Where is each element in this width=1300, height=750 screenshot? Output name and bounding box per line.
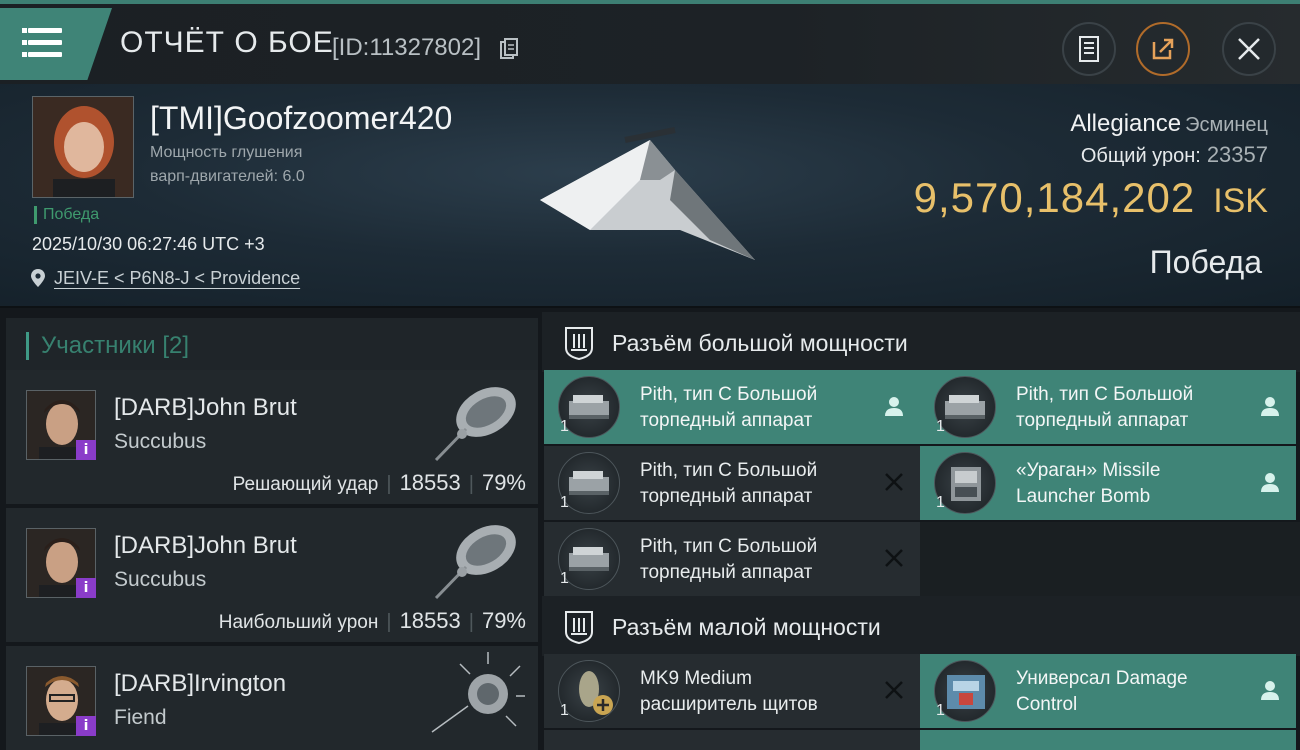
ship-class: Эсминец <box>1185 114 1268 136</box>
module-item[interactable]: 1 Универсал Damage Control <box>920 654 1296 728</box>
module-item[interactable]: 1 «Ураган» Missile Launcher Bomb <box>920 446 1296 520</box>
module-item[interactable]: 1 MK9 Medium расширитель щитов <box>544 654 920 728</box>
total-damage-value: 23357 <box>1206 142 1268 167</box>
participant-ship-image <box>431 652 525 733</box>
share-icon <box>1152 38 1174 60</box>
victim-ship: Allegiance Эсминец <box>1070 110 1268 138</box>
participant-role: Наибольший урон <box>218 612 379 633</box>
participant-card[interactable]: i [DARB]John Brut Succubus Наибольший ур… <box>6 508 538 642</box>
participant-name[interactable]: [DARB]Irvington <box>114 670 286 698</box>
report-id: [ID:11327802] <box>332 34 482 61</box>
location-link[interactable]: JEIV-E < P6N8-J < Providence <box>54 268 300 289</box>
module-item[interactable]: 1 Pith, тип C Большой торпедный аппарат <box>544 522 920 596</box>
empty-slot <box>920 522 1300 596</box>
module-item[interactable] <box>920 730 1296 750</box>
info-badge[interactable]: i <box>76 440 96 460</box>
close-icon <box>1238 38 1260 60</box>
participant-role: Решающий удар <box>232 474 379 495</box>
participant-ship-image <box>434 387 516 462</box>
top-bar: ОТЧЁТ О БОЕ [ID:11327802] <box>0 0 1300 84</box>
participants-label: Участники <box>41 332 156 359</box>
participant-ship: Succubus <box>114 430 207 453</box>
victim-summary: [TMI]Goofzoomer420 Мощность глушения вар… <box>0 84 1300 308</box>
total-damage: Общий урон: 23357 <box>1081 142 1268 168</box>
module-quantity: 1 <box>560 570 569 587</box>
result-badge: Победа <box>34 206 99 224</box>
module-name: «Ураган» Missile Launcher Bomb <box>1016 460 1161 507</box>
high-slot-icon <box>565 327 593 360</box>
notes-icon <box>1079 36 1099 62</box>
participant-damage: 18553 <box>399 470 461 495</box>
low-slot-label: Разъём малой мощности <box>612 614 881 640</box>
module-name: Pith, тип C Большой торпедный аппарат <box>640 384 818 431</box>
ship-name[interactable]: Allegiance <box>1070 110 1181 137</box>
isk-value: 9,570,184,202 ISK <box>914 174 1268 222</box>
victim-portrait[interactable] <box>32 96 134 198</box>
location-pin-icon <box>31 269 45 287</box>
total-damage-label: Общий урон: <box>1080 145 1201 167</box>
person-icon <box>1261 473 1279 492</box>
participant-ship: Succubus <box>114 568 207 591</box>
module-item[interactable]: 1 Pith, тип C Большой торпедный аппарат <box>544 446 920 520</box>
low-slot-icon <box>565 611 593 644</box>
participant-card[interactable]: i [DARB]John Brut Succubus Решающий удар… <box>6 370 538 504</box>
battle-timestamp: 2025/10/30 06:27:46 UTC +3 <box>32 234 265 254</box>
participant-name[interactable]: [DARB]John Brut <box>114 394 297 422</box>
participant-name[interactable]: [DARB]John Brut <box>114 532 297 560</box>
high-slot-header: Разъём большой мощности <box>542 312 1300 372</box>
participant-damage: 18553 <box>399 608 461 633</box>
participants-header: Участники [2] <box>6 318 538 374</box>
module-name: Pith, тип C Большой торпедный аппарат <box>1016 384 1194 431</box>
destroyed-icon <box>885 681 903 699</box>
participant-ship: Fiend <box>114 706 167 729</box>
fitting-panel: Разъём большой мощности 1 Pith, тип C Бо… <box>542 308 1300 750</box>
participants-panel: Участники [2] i [DARB]John Brut Succubus… <box>0 308 542 750</box>
participants-title: Участники [2] <box>26 332 189 360</box>
high-slot-label: Разъём большой мощности <box>612 330 908 356</box>
module-quantity: 1 <box>560 418 569 435</box>
battle-result: Победа <box>1149 244 1262 280</box>
person-icon <box>1261 681 1279 700</box>
destroyed-icon <box>885 549 903 567</box>
participants-count: [2] <box>162 332 190 359</box>
isk-currency: ISK <box>1213 182 1268 220</box>
info-badge[interactable]: i <box>76 578 96 598</box>
participant-card[interactable]: i [DARB]Irvington Fiend <box>6 646 538 750</box>
warp-value: варп-двигателей: 6.0 <box>150 168 305 185</box>
module-item[interactable]: 1 Pith, тип C Большой торпедный аппарат <box>544 370 920 444</box>
page-title: ОТЧЁТ О БОЕ <box>120 26 334 59</box>
notes-button[interactable] <box>1062 22 1116 76</box>
participant-percent: 79% <box>481 608 526 633</box>
module-quantity: 1 <box>936 418 945 435</box>
info-badge[interactable]: i <box>76 716 96 736</box>
module-quantity: 1 <box>936 702 945 719</box>
share-button[interactable] <box>1136 22 1190 76</box>
module-name: MK9 Medium расширитель щитов <box>640 668 818 715</box>
module-item[interactable] <box>544 730 920 750</box>
module-name: Pith, тип C Большой торпедный аппарат <box>640 536 818 583</box>
module-name: Pith, тип C Большой торпедный аппарат <box>640 460 818 507</box>
module-item[interactable]: 1 Pith, тип C Большой торпедный аппарат <box>920 370 1296 444</box>
module-quantity: 1 <box>560 494 569 511</box>
module-quantity: 1 <box>560 702 569 719</box>
person-icon <box>885 397 903 416</box>
victim-name[interactable]: [TMI]Goofzoomer420 <box>150 100 452 137</box>
isk-amount: 9,570,184,202 <box>913 174 1196 221</box>
warp-label: Мощность глушения <box>150 144 303 161</box>
participant-percent: 79% <box>481 470 526 495</box>
destroyed-icon <box>885 473 903 491</box>
copy-icon[interactable] <box>500 38 518 60</box>
close-button[interactable] <box>1222 22 1276 76</box>
menu-button[interactable] <box>0 8 112 80</box>
module-name: Универсал Damage Control <box>1016 668 1188 715</box>
victim-ship-image <box>540 127 755 260</box>
person-icon <box>1261 397 1279 416</box>
participant-ship-image <box>434 525 516 600</box>
participant-stats: Наибольший урон | 18553 | 79% <box>218 608 526 633</box>
low-slot-header: Разъём малой мощности <box>542 596 1300 656</box>
participant-stats: Решающий удар | 18553 | 79% <box>232 470 526 495</box>
module-quantity: 1 <box>936 494 945 511</box>
